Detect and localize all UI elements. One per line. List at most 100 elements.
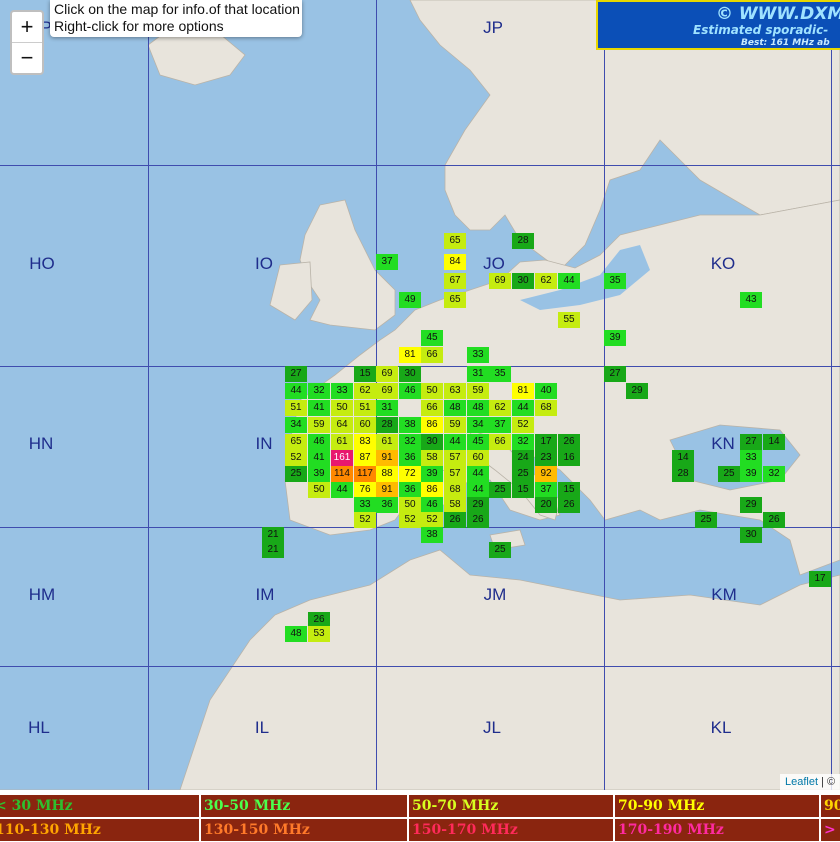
muf-cell: 81 [399,347,421,363]
grid-line-vertical [831,0,832,790]
muf-cell: 69 [376,366,398,382]
muf-cell: 25 [512,466,534,482]
legend-item: 50-70 MHz [409,795,615,817]
muf-cell: 15 [512,482,534,498]
muf-cell: 26 [763,512,785,528]
legend-item: 170-190 MHz [615,819,821,841]
muf-cell: 21 [262,542,284,558]
muf-cell: 32 [308,383,330,399]
muf-cell: 24 [512,450,534,466]
muf-cell: 68 [444,482,466,498]
leaflet-link[interactable]: Leaflet [785,776,818,788]
muf-cell: 83 [354,434,376,450]
map-view[interactable]: PJPHOIOJOKOHNINJNKNHMIMJMKMHLILJLKL 6528… [0,0,840,790]
muf-cell: 38 [399,417,421,433]
muf-cell: 39 [308,466,330,482]
muf-cell: 25 [695,512,717,528]
muf-cell: 37 [376,254,398,270]
muf-cell: 34 [467,417,489,433]
muf-cell: 32 [512,434,534,450]
site-banner[interactable]: © WWW.DXMA Estimated sporadic- Best: 161… [596,0,840,50]
muf-cell: 55 [558,312,580,328]
zoom-out-button[interactable]: − [12,43,42,73]
muf-cell: 44 [331,482,353,498]
muf-cell: 26 [444,512,466,528]
legend-item: 150-170 MHz [409,819,615,841]
muf-cell: 58 [421,450,443,466]
muf-cell: 50 [399,497,421,513]
muf-cell: 16 [558,450,580,466]
muf-cell: 86 [421,482,443,498]
muf-cell: 15 [354,366,376,382]
attribution-rest: | © [818,776,836,788]
muf-cell: 33 [740,450,762,466]
muf-cell: 20 [535,497,557,513]
info-line-1: Click on the map for info.of that locati… [54,1,300,17]
grid-line-vertical [604,0,605,790]
muf-cell: 14 [672,450,694,466]
muf-cell: 25 [718,466,740,482]
muf-cell: 88 [376,466,398,482]
info-box: Click on the map for info.of that locati… [50,0,302,37]
legend-row-2: 110-130 MHz 130-150 MHz 150-170 MHz 170-190… [0,819,840,841]
muf-cell: 92 [535,466,557,482]
legend-item: 110-130 MHz [0,819,201,841]
grid-label-hm: HM [28,585,56,604]
muf-cell: 25 [489,482,511,498]
muf-cell: 52 [399,512,421,528]
muf-cell: 65 [444,233,466,249]
grid-label-kn: KN [711,434,735,453]
muf-cell: 28 [512,233,534,249]
muf-cell: 76 [354,482,376,498]
muf-cell: 27 [285,366,307,382]
muf-cell: 29 [626,383,648,399]
muf-cell: 72 [399,466,421,482]
muf-cell: 60 [354,417,376,433]
muf-cell: 65 [285,434,307,450]
muf-cell: 62 [354,383,376,399]
muf-cell: 50 [421,383,443,399]
banner-best: Best: 161 MHz ab [741,38,830,48]
grid-line-horizontal [0,165,840,166]
muf-cell: 27 [604,366,626,382]
legend-item: 130-150 MHz [201,819,409,841]
legend-item: > [821,819,840,841]
muf-cell: 66 [421,347,443,363]
muf-cell: 50 [331,400,353,416]
muf-cell: 44 [467,482,489,498]
muf-cell: 64 [331,417,353,433]
muf-cell: 44 [467,466,489,482]
muf-cell: 45 [421,330,443,346]
legend-item: 90 [821,795,840,817]
muf-cell: 114 [331,466,353,482]
muf-cell: 57 [444,450,466,466]
muf-cell: 161 [331,450,353,466]
grid-label-jl: JL [483,718,501,737]
muf-cell: 27 [740,434,762,450]
muf-cell: 17 [809,571,831,587]
muf-cell: 37 [489,417,511,433]
muf-cell: 59 [467,383,489,399]
muf-cell: 67 [444,273,466,289]
muf-cell: 60 [467,450,489,466]
muf-cell: 17 [535,434,557,450]
grid-label-kl: KL [710,718,732,737]
zoom-in-button[interactable]: + [12,12,42,43]
muf-cell: 30 [399,366,421,382]
grid-label-hn: HN [28,434,54,453]
muf-cell: 52 [354,512,376,528]
grid-label-km: KM [711,585,737,604]
muf-cell: 69 [376,383,398,399]
muf-cell: 28 [672,466,694,482]
zoom-control: + − [10,10,44,75]
muf-cell: 21 [262,527,284,543]
muf-cell: 57 [444,466,466,482]
map-attribution: Leaflet | © [780,774,840,790]
muf-cell: 43 [740,292,762,308]
muf-cell: 40 [535,383,557,399]
grid-label-jm: JM [483,585,507,604]
muf-cell: 50 [308,482,330,498]
muf-cell: 46 [421,497,443,513]
muf-cell: 52 [512,417,534,433]
muf-cell: 34 [285,417,307,433]
